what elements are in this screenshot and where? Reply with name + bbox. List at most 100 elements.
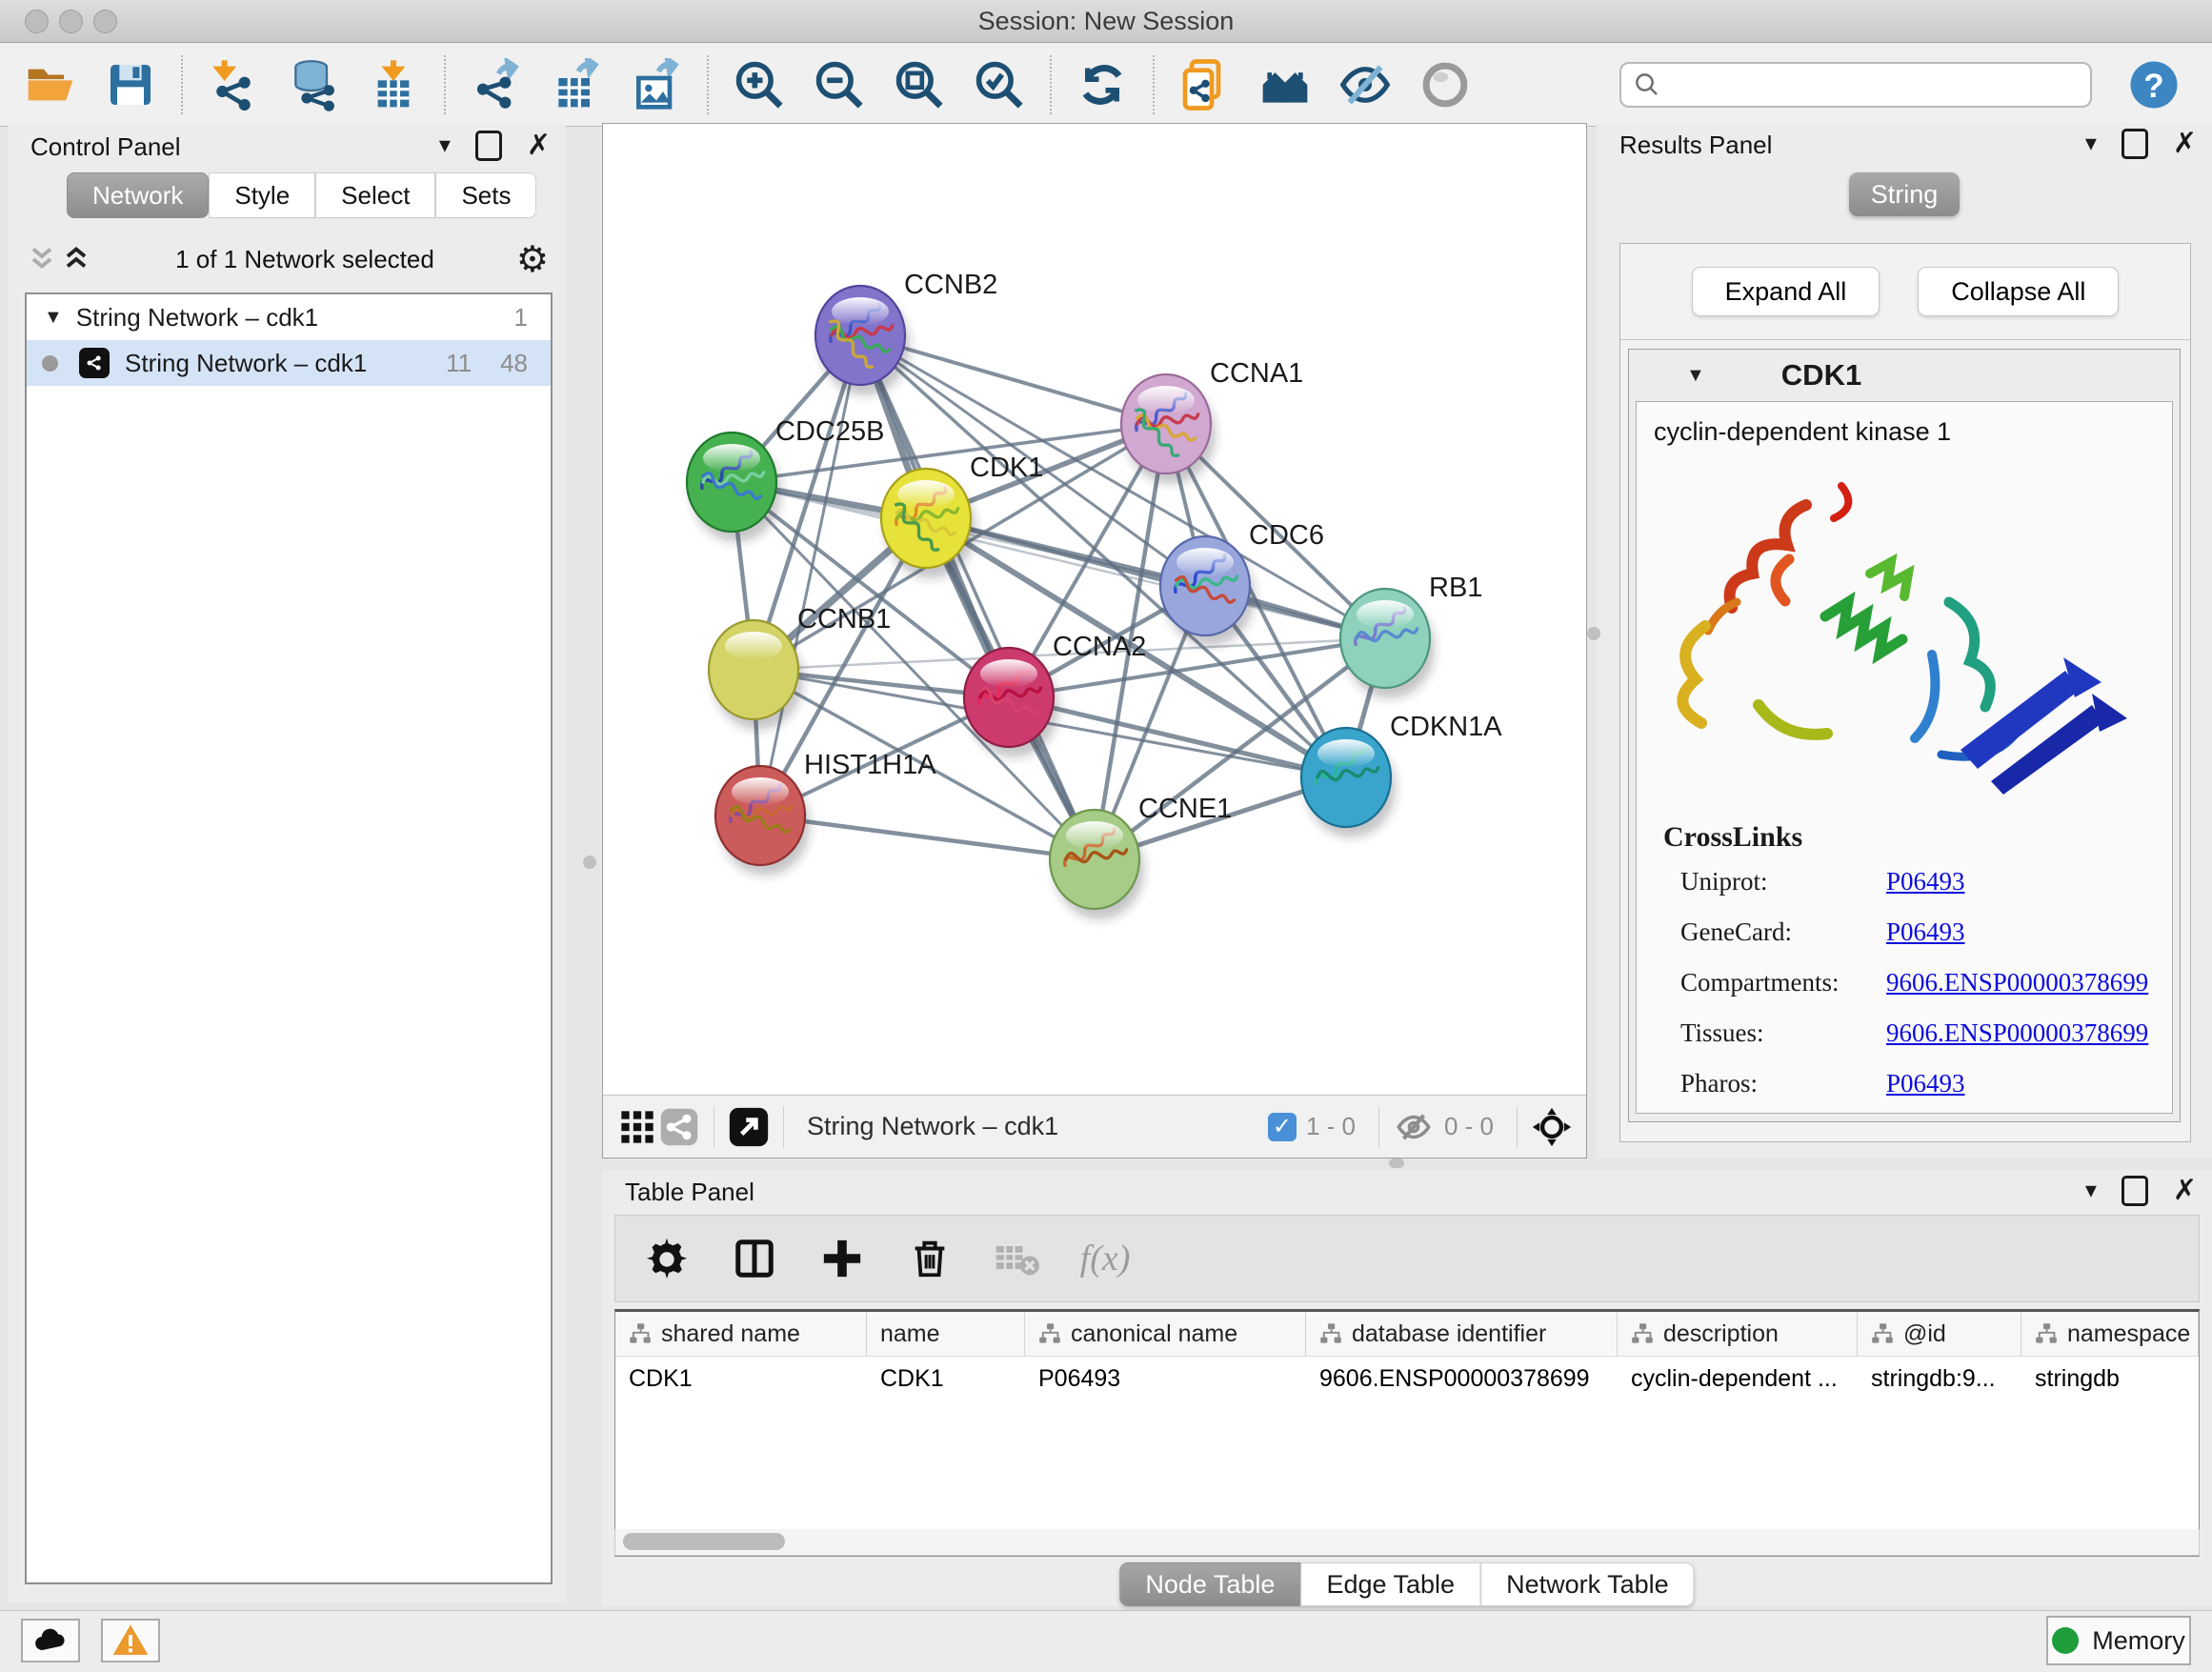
crosslink-pharos[interactable]: P06493 (1886, 1069, 1965, 1098)
network-edge-ccnb2-hist1h1a[interactable] (760, 335, 860, 816)
network-node-CDKN1A[interactable]: CDKN1A (1301, 712, 1502, 837)
tab-sets[interactable]: Sets (435, 172, 536, 218)
string-home-icon[interactable] (1257, 57, 1313, 112)
expand-all-icon[interactable] (59, 242, 93, 276)
save-session-icon[interactable] (103, 57, 158, 112)
column-header-@id[interactable]: @id (1858, 1312, 2021, 1356)
footer-separator (1517, 1106, 1518, 1148)
table-cell[interactable]: CDK1 (615, 1357, 867, 1400)
network-node-CCNA2[interactable]: CCNA2 (964, 632, 1146, 757)
help-icon[interactable]: ? (2126, 57, 2182, 112)
open-session-icon[interactable] (23, 57, 78, 112)
network-edge-ccne1-hist1h1a[interactable] (760, 816, 1095, 859)
tab-network[interactable]: Network (67, 172, 209, 218)
column-header-database-identifier[interactable]: database identifier (1306, 1312, 1618, 1356)
delete-table-icon[interactable] (993, 1234, 1042, 1283)
table-cell[interactable]: 9606.ENSP00000378699 (1306, 1357, 1618, 1400)
memory-button[interactable]: Memory (2046, 1616, 2191, 1665)
tab-edge-table[interactable]: Edge Table (1300, 1562, 1480, 1606)
export-table-icon[interactable] (549, 57, 604, 112)
string-hide-icon[interactable] (1337, 57, 1393, 112)
network-node-CDC6[interactable]: CDC6 (1160, 520, 1324, 646)
string-show-icon[interactable] (1418, 57, 1473, 112)
network-node-CCNA1[interactable]: CCNA1 (1121, 358, 1303, 484)
network-node-HIST1H1A[interactable]: HIST1H1A (715, 750, 936, 876)
table-cell[interactable]: stringdb:9... (1858, 1357, 2021, 1400)
function-builder-icon[interactable]: f(x) (1080, 1234, 1130, 1283)
panel-float-icon[interactable] (2122, 129, 2148, 159)
warning-button[interactable] (101, 1619, 160, 1662)
export-image-icon[interactable] (629, 57, 684, 112)
grid-view-icon[interactable] (616, 1106, 658, 1148)
table-settings-gear-icon[interactable] (642, 1234, 692, 1283)
search-input[interactable] (1661, 70, 2079, 99)
table-cell[interactable]: P06493 (1025, 1357, 1306, 1400)
crosslink-tissues[interactable]: 9606.ENSP00000378699 (1886, 1018, 2148, 1048)
search-box[interactable] (1619, 62, 2092, 108)
birdseye-toggle-icon[interactable] (728, 1106, 770, 1148)
table-row[interactable]: CDK1CDK1P064939606.ENSP00000378699cyclin… (615, 1357, 2199, 1400)
panel-close-icon[interactable]: ✗ (2173, 130, 2197, 158)
protein-section-header[interactable]: ▼ CDK1 (1629, 350, 2180, 401)
network-options-gear-icon[interactable]: ⚙ (516, 241, 549, 277)
panel-float-icon[interactable] (475, 131, 502, 161)
column-header-namespace[interactable]: namespace (2021, 1312, 2199, 1356)
tab-style[interactable]: Style (209, 172, 315, 218)
table-cell[interactable]: cyclin-dependent ... (1618, 1357, 1858, 1400)
import-network-database-icon[interactable] (286, 57, 341, 112)
collapse-all-icon[interactable] (25, 242, 59, 276)
selected-checkbox[interactable]: ✓ (1268, 1113, 1297, 1141)
network-row[interactable]: String Network – cdk1 11 48 (27, 340, 551, 386)
network-share-icon[interactable] (658, 1106, 700, 1148)
tab-string[interactable]: String (1849, 172, 1960, 216)
delete-column-icon[interactable] (905, 1234, 955, 1283)
table-cell[interactable]: stringdb (2021, 1357, 2199, 1400)
network-node-CCNE1[interactable]: CCNE1 (1050, 794, 1232, 919)
collapse-all-button[interactable]: Collapse All (1918, 267, 2119, 316)
panel-close-icon[interactable]: ✗ (527, 131, 551, 160)
protein-expander-icon[interactable]: ▼ (1686, 365, 1705, 387)
network-node-RB1[interactable]: RB1 (1340, 573, 1482, 698)
network-canvas[interactable]: CCNB2CCNA1CDC25BCDK1CDC6RB1CCNB1CCNA2CDK… (603, 124, 1586, 1094)
panel-float-icon[interactable] (2122, 1176, 2148, 1206)
collection-expander-icon[interactable]: ▼ (44, 307, 63, 329)
string-query-icon[interactable] (1177, 57, 1233, 112)
pan-crosshair-icon[interactable] (1531, 1106, 1573, 1148)
crosslink-uniprot[interactable]: P06493 (1886, 867, 1965, 896)
tab-network-table[interactable]: Network Table (1480, 1562, 1695, 1606)
export-network-icon[interactable] (469, 57, 524, 112)
bottom-splitter-handle[interactable] (1389, 1158, 1404, 1168)
panel-menu-icon[interactable]: ▾ (439, 134, 451, 157)
network-collection-row[interactable]: ▼ String Network – cdk1 1 (27, 294, 551, 340)
crosslink-compartments[interactable]: 9606.ENSP00000378699 (1886, 968, 2148, 997)
expand-all-button[interactable]: Expand All (1692, 267, 1880, 316)
scrollbar-thumb[interactable] (623, 1533, 785, 1550)
right-splitter-handle[interactable] (1587, 627, 1600, 640)
panel-close-icon[interactable]: ✗ (2173, 1177, 2197, 1205)
tab-node-table[interactable]: Node Table (1119, 1562, 1300, 1606)
left-splitter-handle[interactable] (583, 856, 596, 869)
add-column-icon[interactable] (817, 1234, 867, 1283)
toggle-columns-icon[interactable] (730, 1234, 779, 1283)
table-cell[interactable]: CDK1 (867, 1357, 1025, 1400)
table-horizontal-scrollbar[interactable] (614, 1529, 2200, 1556)
crosslink-genecard[interactable]: P06493 (1886, 917, 1965, 947)
import-table-file-icon[interactable] (366, 57, 421, 112)
network-node-CCNB1[interactable]: CCNB1 (709, 604, 891, 730)
network-node-CDK1[interactable]: CDK1 (881, 453, 1043, 578)
panel-menu-icon[interactable]: ▾ (2085, 132, 2097, 155)
column-header-name[interactable]: name (867, 1312, 1025, 1356)
column-header-description[interactable]: description (1618, 1312, 1858, 1356)
panel-menu-icon[interactable]: ▾ (2085, 1179, 2097, 1202)
zoom-out-icon[interactable] (812, 57, 867, 112)
hidden-eye-icon[interactable] (1393, 1106, 1435, 1148)
zoom-selected-icon[interactable] (972, 57, 1027, 112)
column-header-canonical-name[interactable]: canonical name (1025, 1312, 1306, 1356)
import-network-file-icon[interactable] (206, 57, 261, 112)
cloud-status-button[interactable] (21, 1619, 80, 1662)
tab-select[interactable]: Select (315, 172, 435, 218)
zoom-fit-icon[interactable] (892, 57, 947, 112)
zoom-in-icon[interactable] (732, 57, 787, 112)
column-header-shared-name[interactable]: shared name (615, 1312, 867, 1356)
refresh-icon[interactable] (1075, 57, 1130, 112)
